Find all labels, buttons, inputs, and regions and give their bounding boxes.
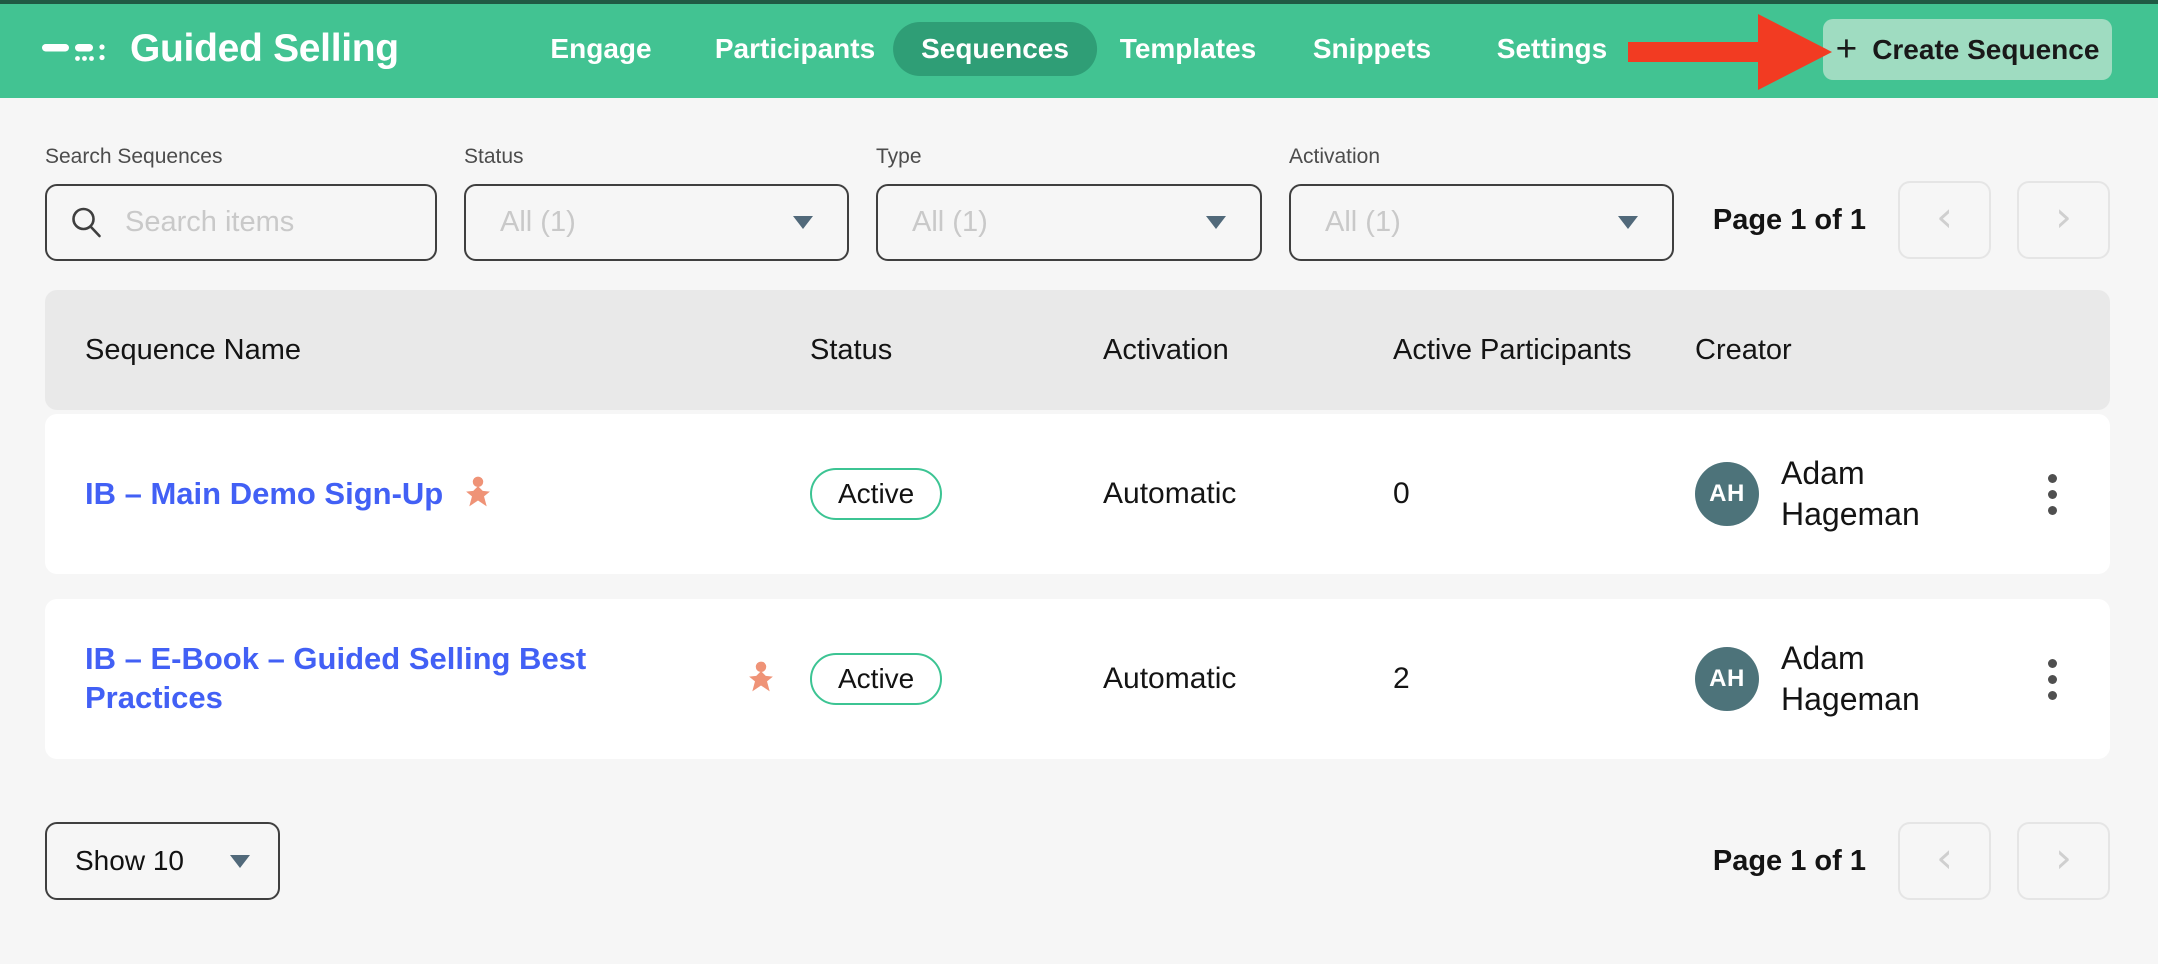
column-header-creator: Creator — [1695, 334, 2030, 367]
pagination-top: Page 1 of 1 ‹ › — [1713, 181, 2110, 259]
sequence-link[interactable]: IB – Main Demo Sign-Up — [85, 475, 443, 514]
sequence-name-cell: IB – E-Book – Guided Selling Best Practi… — [85, 640, 810, 718]
chevron-right-icon: › — [2055, 196, 2072, 238]
chevron-left-icon: ‹ — [1936, 837, 1953, 879]
previous-page-button[interactable]: ‹ — [1898, 822, 1991, 900]
status-cell: Active — [810, 468, 1103, 520]
chevron-down-icon — [230, 855, 250, 868]
create-sequence-label: Create Sequence — [1872, 34, 2099, 66]
activation-filter: Activation All (1) — [1289, 145, 1674, 261]
creator-name: Adam Hageman — [1781, 638, 1951, 720]
table-row: IB – Main Demo Sign-Up Active Automatic … — [45, 414, 2110, 574]
activation-filter-label: Activation — [1289, 145, 1674, 169]
kebab-menu-icon[interactable] — [2030, 459, 2074, 529]
chevron-right-icon: › — [2055, 837, 2072, 879]
sequence-link[interactable]: IB – E-Book – Guided Selling Best Practi… — [85, 640, 726, 718]
table-row: IB – E-Book – Guided Selling Best Practi… — [45, 599, 2110, 759]
red-pointer-arrow-annotation — [1628, 8, 1834, 94]
sequence-name-cell: IB – Main Demo Sign-Up — [85, 475, 810, 514]
type-filter-label: Type — [876, 145, 1262, 169]
page-indicator: Page 1 of 1 — [1713, 845, 1866, 878]
previous-page-button[interactable]: ‹ — [1898, 181, 1991, 259]
nav-tab-settings[interactable]: Settings — [1497, 33, 1607, 65]
nav-tab-sequences[interactable]: Sequences — [893, 22, 1097, 76]
column-header-status: Status — [810, 334, 1103, 367]
search-box[interactable] — [45, 184, 437, 261]
search-field: Search Sequences — [45, 145, 437, 261]
app-window: Guided Selling Engage Participants Seque… — [0, 0, 2158, 964]
sequences-table: Sequence Name Status Activation Active P… — [45, 290, 2110, 759]
create-sequence-button[interactable]: + Create Sequence — [1823, 19, 2112, 80]
type-dropdown[interactable]: All (1) — [876, 184, 1262, 261]
person-star-icon — [459, 475, 497, 513]
search-field-label: Search Sequences — [45, 145, 437, 169]
status-dropdown[interactable]: All (1) — [464, 184, 849, 261]
next-page-button[interactable]: › — [2017, 181, 2110, 259]
page-size-value: Show 10 — [75, 845, 184, 877]
search-input[interactable] — [125, 206, 413, 239]
chevron-down-icon — [793, 216, 813, 229]
kebab-menu-icon[interactable] — [2030, 644, 2074, 714]
plus-icon: + — [1836, 30, 1858, 67]
status-badge: Active — [810, 653, 942, 705]
status-filter-label: Status — [464, 145, 849, 169]
avatar: AH — [1695, 462, 1759, 526]
creator-name: Adam Hageman — [1781, 453, 1951, 535]
status-badge: Active — [810, 468, 942, 520]
activation-cell: Automatic — [1103, 662, 1393, 696]
brand: Guided Selling — [42, 0, 399, 98]
pagination-bottom: Page 1 of 1 ‹ › — [1713, 822, 2110, 900]
nav-tab-engage[interactable]: Engage — [550, 33, 651, 65]
column-header-activation: Activation — [1103, 334, 1393, 367]
table-header-row: Sequence Name Status Activation Active P… — [45, 290, 2110, 410]
person-star-icon — [742, 660, 780, 698]
avatar: AH — [1695, 647, 1759, 711]
nav-tab-participants[interactable]: Participants — [715, 33, 875, 65]
page-size-dropdown[interactable]: Show 10 — [45, 822, 280, 900]
column-header-sequence-name: Sequence Name — [85, 334, 810, 367]
activation-cell: Automatic — [1103, 477, 1393, 511]
top-navigation-bar: Guided Selling Engage Participants Seque… — [0, 0, 2158, 98]
active-participants-cell: 0 — [1393, 477, 1695, 511]
next-page-button[interactable]: › — [2017, 822, 2110, 900]
chevron-left-icon: ‹ — [1936, 196, 1953, 238]
nav-tab-snippets[interactable]: Snippets — [1313, 33, 1431, 65]
app-title: Guided Selling — [130, 27, 399, 71]
column-header-active-participants: Active Participants — [1393, 334, 1695, 367]
type-filter: Type All (1) — [876, 145, 1262, 261]
logo-icon — [42, 31, 112, 67]
window-top-edge — [0, 0, 2158, 4]
activation-dropdown-value: All (1) — [1325, 206, 1401, 239]
nav-tab-templates[interactable]: Templates — [1120, 33, 1256, 65]
type-dropdown-value: All (1) — [912, 206, 988, 239]
status-dropdown-value: All (1) — [500, 206, 576, 239]
creator-cell: AH Adam Hageman — [1695, 638, 2030, 720]
chevron-down-icon — [1206, 216, 1226, 229]
search-icon — [69, 205, 105, 241]
status-filter: Status All (1) — [464, 145, 849, 261]
creator-cell: AH Adam Hageman — [1695, 453, 2030, 535]
chevron-down-icon — [1618, 216, 1638, 229]
page-indicator: Page 1 of 1 — [1713, 204, 1866, 237]
status-cell: Active — [810, 653, 1103, 705]
activation-dropdown[interactable]: All (1) — [1289, 184, 1674, 261]
active-participants-cell: 2 — [1393, 662, 1695, 696]
